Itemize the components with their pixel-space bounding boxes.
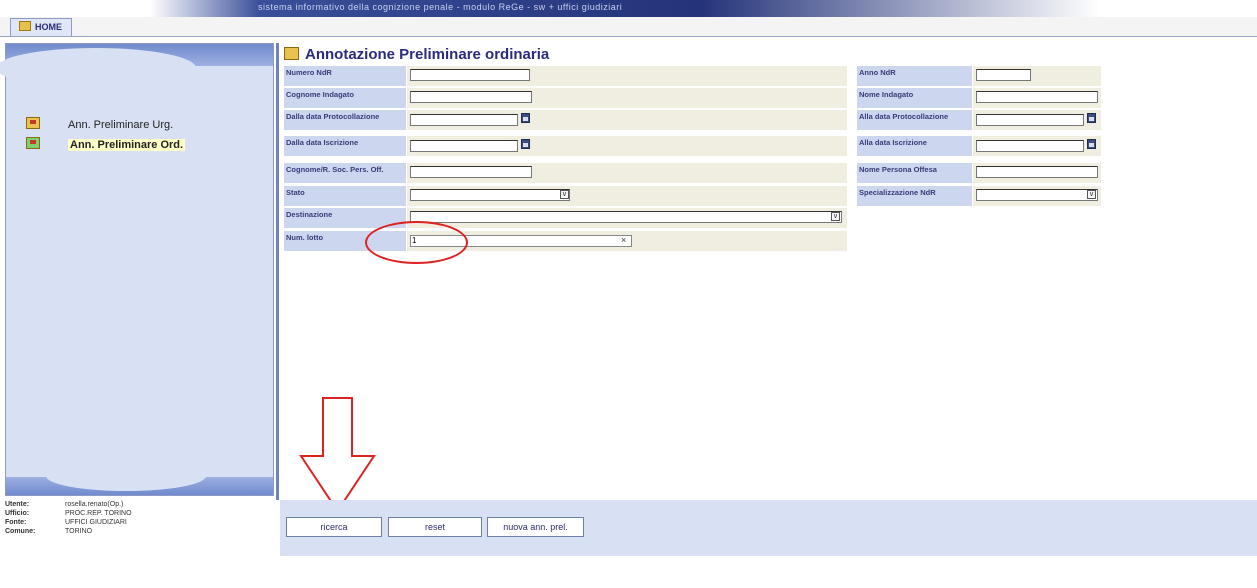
top-banner: sistema informativo della cognizione pen… — [0, 0, 1257, 17]
dalla-data-protocollazione-field — [407, 110, 847, 130]
nome-persona-offesa-field — [973, 163, 1101, 183]
alla-data-protocollazione-field — [973, 110, 1101, 130]
dalla-data-iscrizione-field — [407, 136, 847, 156]
folder-icon — [284, 47, 299, 60]
alla-data-iscrizione-field — [973, 136, 1101, 156]
user-info-key: Fonte: — [5, 519, 27, 526]
banner-text: sistema informativo della cognizione pen… — [258, 2, 623, 12]
sidebar: Ann. Preliminare Urg. Ann. Preliminare O… — [0, 43, 274, 496]
calendar-icon[interactable] — [521, 139, 530, 149]
sidebar-footer-decoration — [6, 461, 273, 495]
stato-label: Stato — [284, 186, 406, 206]
numero-ndr-input[interactable] — [410, 69, 530, 81]
num-lotto-field: 1 × — [407, 231, 847, 251]
anno-ndr-label: Anno NdR — [857, 66, 972, 86]
destinazione-field: v — [407, 208, 847, 228]
sidebar-item-ann-preliminare-ord[interactable]: Ann. Preliminare Ord. — [26, 137, 186, 153]
nome-indagato-input[interactable] — [976, 91, 1098, 103]
sidebar-item-ann-preliminare-urg[interactable]: Ann. Preliminare Urg. — [26, 117, 173, 133]
dalla-data-protocollazione-input[interactable] — [410, 114, 518, 126]
alla-data-iscrizione-label: Alla data Iscrizione — [857, 136, 972, 156]
calendar-icon[interactable] — [521, 113, 530, 123]
anno-ndr-input[interactable] — [976, 69, 1031, 81]
page-title-text: Annotazione Preliminare ordinaria — [305, 46, 550, 63]
nome-indagato-label: Nome Indagato — [857, 88, 972, 108]
alla-data-iscrizione-input[interactable] — [976, 140, 1084, 152]
specializzazione-ndr-field: v — [973, 186, 1101, 206]
user-info-key: Ufficio: — [5, 510, 30, 517]
sidebar-item-label: Ann. Preliminare Ord. — [68, 139, 186, 151]
user-info-value: PROC.REP. TORINO — [65, 510, 132, 517]
search-button[interactable]: ricerca — [286, 517, 382, 537]
user-info-key: Comune: — [5, 528, 36, 535]
destinazione-select[interactable] — [410, 211, 842, 223]
specializzazione-ndr-label: Specializzazione NdR — [857, 186, 972, 206]
alla-data-protocollazione-input[interactable] — [976, 114, 1084, 126]
annotation-arrow — [299, 397, 376, 513]
chevron-down-icon[interactable]: v — [560, 190, 569, 199]
cognome-indagato-input[interactable] — [410, 91, 532, 103]
cognome-persona-offesa-label: Cognome/R. Soc. Pers. Off. — [284, 163, 406, 183]
user-info-value: UFFICI GIUDIZIARI — [65, 519, 127, 526]
home-tab-label: HOME — [35, 22, 62, 32]
user-info: Utente: rosella.renato(Op.) Ufficio: PROC.… — [5, 500, 275, 556]
dalla-data-protocollazione-label: Dalla data Protocollazione — [284, 110, 406, 130]
new-annotation-button[interactable]: nuova ann. prel. — [487, 517, 584, 537]
annotation-circle — [365, 221, 468, 264]
user-info-row: Comune: TORINO — [5, 527, 275, 536]
chevron-down-icon[interactable]: v — [1087, 190, 1096, 199]
clear-icon[interactable]: × — [621, 235, 626, 245]
numero-ndr-label: Numero NdR — [284, 66, 406, 86]
cognome-indagato-label: Cognome Indagato — [284, 88, 406, 108]
cognome-persona-offesa-input[interactable] — [410, 166, 532, 178]
numero-ndr-field — [407, 66, 847, 86]
user-info-key: Utente: — [5, 501, 30, 508]
nome-indagato-field — [973, 88, 1101, 108]
sidebar-item-label: Ann. Preliminare Urg. — [68, 119, 174, 131]
chevron-down-icon[interactable]: v — [831, 212, 840, 221]
reset-button[interactable]: reset — [388, 517, 482, 537]
nome-persona-offesa-input[interactable] — [976, 166, 1098, 178]
home-tab[interactable]: HOME — [10, 18, 72, 36]
folder-icon — [26, 137, 40, 149]
home-bar: HOME — [0, 17, 1257, 37]
stato-select[interactable] — [410, 189, 570, 201]
dalla-data-iscrizione-input[interactable] — [410, 140, 518, 152]
user-info-row: Utente: rosella.renato(Op.) — [5, 500, 275, 509]
cognome-indagato-field — [407, 88, 847, 108]
alla-data-protocollazione-label: Alla data Protocollazione — [857, 110, 972, 130]
stato-field: v — [407, 186, 847, 206]
vertical-divider — [276, 43, 279, 500]
user-info-row: Fonte: UFFICI GIUDIZIARI — [5, 518, 275, 527]
calendar-icon[interactable] — [1087, 139, 1096, 149]
cognome-persona-offesa-field — [407, 163, 847, 183]
user-info-row: Ufficio: PROC.REP. TORINO — [5, 509, 275, 518]
nome-persona-offesa-label: Nome Persona Offesa — [857, 163, 972, 183]
user-info-value: rosella.renato(Op.) — [65, 501, 124, 508]
specializzazione-ndr-select[interactable] — [976, 189, 1098, 201]
anno-ndr-field — [973, 66, 1101, 86]
folder-icon — [26, 117, 40, 129]
dalla-data-iscrizione-label: Dalla data Iscrizione — [284, 136, 406, 156]
home-icon — [19, 21, 31, 31]
calendar-icon[interactable] — [1087, 113, 1096, 123]
page-title: Annotazione Preliminare ordinaria — [284, 46, 549, 63]
user-info-value: TORINO — [65, 528, 93, 535]
sidebar-header-decoration — [0, 44, 273, 88]
